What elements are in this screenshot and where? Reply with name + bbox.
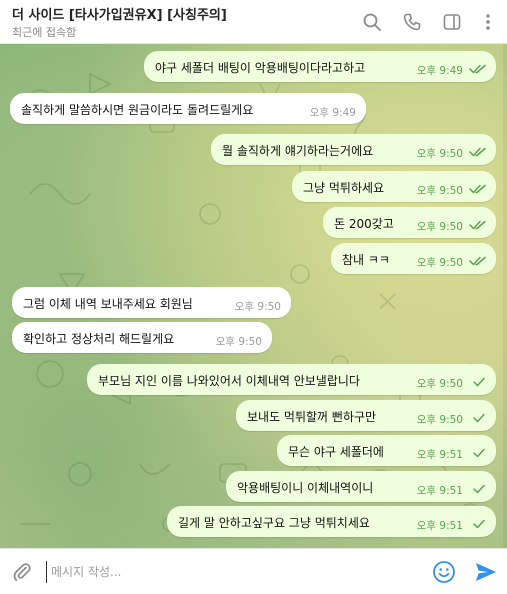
message-bubble-incoming[interactable]: 그럼 이체 내역 보내주세요 회원님 오후 9:50 (12, 287, 291, 318)
message-text: 부모님 지인 이름 나와있어서 이체내역 안보낼랍니다 (98, 374, 360, 388)
double-check-icon (469, 184, 487, 194)
composer (0, 548, 507, 594)
message-bubble-outgoing[interactable]: 돈 200갖고 오후 9:50 (323, 207, 496, 238)
message-time: 오후 9:50 (416, 221, 463, 233)
chat-status: 최근에 접속함 (12, 26, 77, 39)
message-time: 오후 9:50 (416, 185, 463, 197)
message-time: 오후 9:49 (309, 107, 356, 119)
check-icon (469, 413, 487, 423)
message-text: 돈 200갖고 (334, 217, 394, 231)
attach-icon[interactable] (11, 561, 33, 583)
message-text: 뭘 솔직하게 얘기하라는거에요 (222, 144, 374, 158)
chat-header: 더 사이드 [타사가입권유X] [사칭주의] 최근에 접속함 (0, 0, 507, 44)
message-time: 오후 9:50 (416, 414, 463, 426)
message-text: 솔직하게 말씀하시면 원금이라도 돌려드릴게요 (21, 103, 254, 117)
message-time: 오후 9:49 (416, 65, 463, 77)
message-bubble-outgoing[interactable]: 그냥 먹튀하세요 오후 9:50 (292, 171, 496, 202)
message-bubble-outgoing[interactable]: 악용배팅이니 이체내역이니 오후 9:51 (226, 471, 496, 502)
message-bubble-outgoing[interactable]: 부모님 지인 이름 나와있어서 이체내역 안보낼랍니다 오후 9:50 (87, 364, 496, 395)
message-text: 무슨 야구 세폴더에 (288, 445, 384, 459)
chat-area[interactable]: 야구 세폴더 배팅이 악용배팅이다라고하고 오후 9:49 솔직하게 말씀하시면 원… (0, 44, 507, 548)
double-check-icon (469, 220, 487, 230)
send-icon[interactable] (474, 561, 498, 583)
double-check-icon (469, 256, 487, 266)
message-bubble-incoming[interactable]: 확인하고 정상처리 해드릴게요 오후 9:50 (12, 322, 272, 353)
message-time: 오후 9:50 (234, 301, 281, 313)
message-text: 그냥 먹튀하세요 (303, 181, 385, 195)
check-icon (469, 484, 487, 494)
message-text: 악용배팅이니 이체내역이니 (237, 481, 374, 495)
message-bubble-outgoing[interactable]: 보내도 먹튀할꺼 뻔하구만 오후 9:50 (236, 400, 496, 431)
message-time: 오후 9:50 (215, 336, 262, 348)
message-bubble-outgoing[interactable]: 무슨 야구 세폴더에 오후 9:51 (277, 435, 496, 466)
double-check-icon (469, 147, 487, 157)
message-time: 오후 9:51 (416, 485, 463, 497)
message-time: 오후 9:50 (416, 378, 463, 390)
message-time: 오후 9:51 (416, 449, 463, 461)
search-icon[interactable] (362, 12, 382, 32)
message-text: 보내도 먹튀할꺼 뻔하구만 (247, 410, 377, 424)
message-text: 길게 말 안하고싶구요 그냥 먹튀치세요 (178, 516, 370, 530)
sidebar-icon[interactable] (442, 12, 462, 32)
emoji-icon[interactable] (432, 560, 456, 584)
check-icon (469, 377, 487, 387)
check-icon (469, 448, 487, 458)
phone-icon[interactable] (402, 12, 422, 32)
message-input[interactable] (46, 561, 416, 583)
message-text: 참내 ㅋㅋ (342, 253, 390, 267)
message-time: 오후 9:50 (416, 148, 463, 160)
message-bubble-incoming[interactable]: 솔직하게 말씀하시면 원금이라도 돌려드릴게요 오후 9:49 (10, 93, 366, 124)
message-bubble-outgoing[interactable]: 야구 세폴더 배팅이 악용배팅이다라고하고 오후 9:49 (144, 51, 496, 82)
message-text: 확인하고 정상처리 해드릴게요 (23, 332, 175, 346)
more-icon[interactable] (478, 12, 498, 32)
chat-title[interactable]: 더 사이드 [타사가입권유X] [사칭주의] (12, 4, 227, 23)
message-time: 오후 9:50 (416, 257, 463, 269)
message-text: 그럼 이체 내역 보내주세요 회원님 (23, 297, 193, 311)
message-text: 야구 세폴더 배팅이 악용배팅이다라고하고 (155, 61, 366, 75)
message-bubble-outgoing[interactable]: 뭘 솔직하게 얘기하라는거에요 오후 9:50 (211, 134, 496, 165)
check-icon (469, 519, 487, 529)
chat-scrollbar[interactable] (503, 44, 507, 548)
message-bubble-outgoing[interactable]: 길게 말 안하고싶구요 그냥 먹튀치세요 오후 9:51 (167, 506, 496, 537)
message-time: 오후 9:51 (416, 520, 463, 532)
message-bubble-outgoing[interactable]: 참내 ㅋㅋ 오후 9:50 (331, 243, 496, 274)
double-check-icon (469, 64, 487, 74)
